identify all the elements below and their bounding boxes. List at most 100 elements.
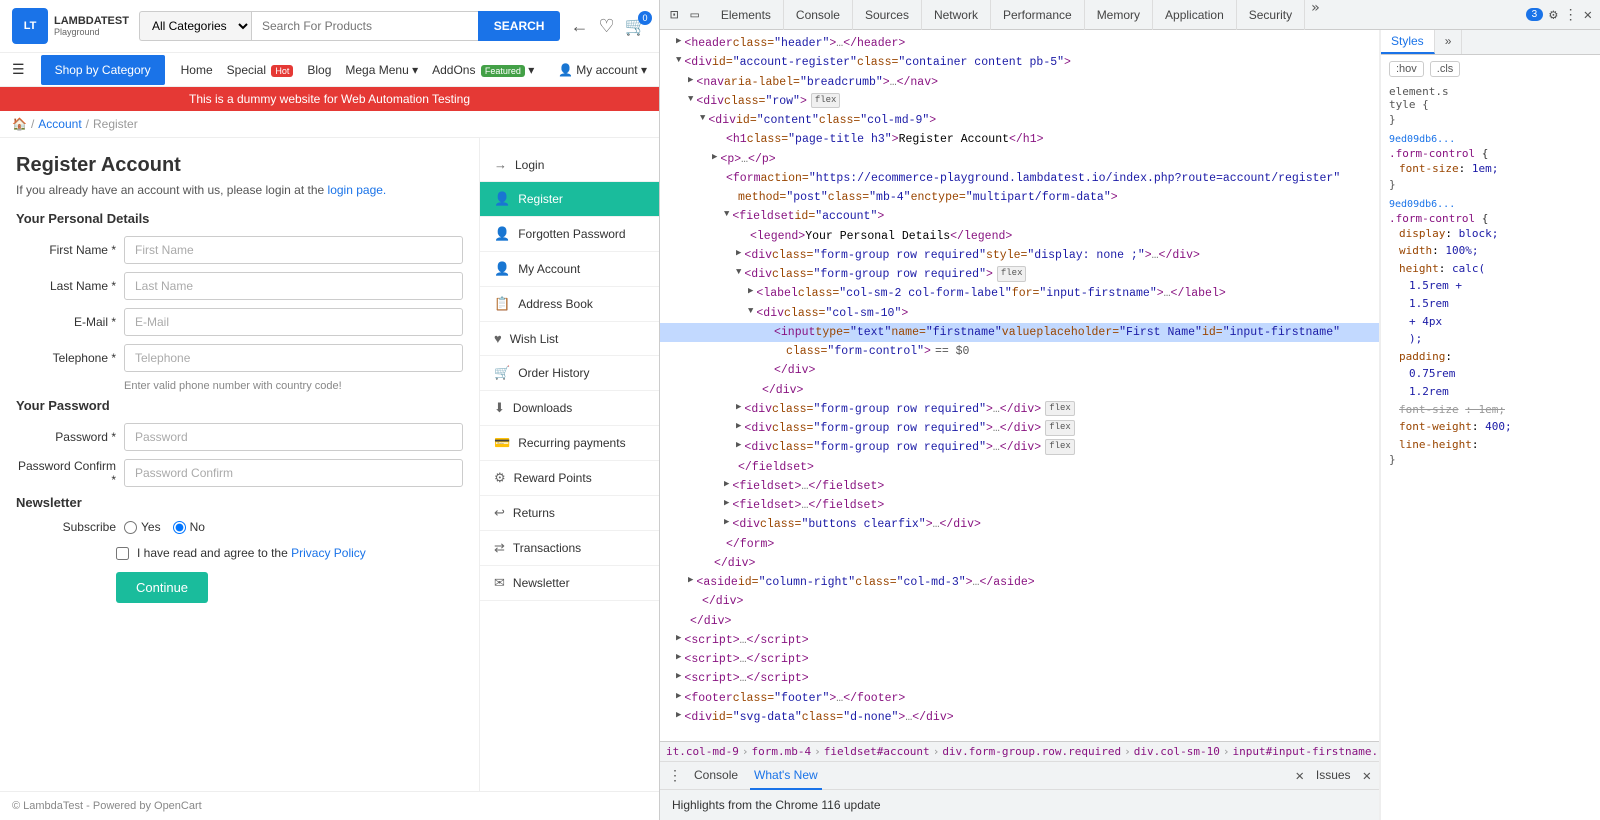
tab-console[interactable]: Console (784, 0, 853, 30)
search-button[interactable]: SEARCH (478, 11, 561, 41)
last-name-input[interactable] (124, 272, 463, 300)
tree-triangle[interactable]: ▼ (736, 266, 741, 280)
html-tree-row[interactable]: ▶<nav aria-label="breadcrumb"> … </nav> (660, 73, 1379, 92)
sidebar-item-forgotten-password[interactable]: 👤 Forgotten Password (480, 217, 659, 252)
tree-triangle[interactable]: ▼ (688, 93, 693, 107)
console-more-icon[interactable]: ⋮ (668, 768, 682, 784)
pseudo-hov[interactable]: :hov (1389, 61, 1424, 77)
radio-yes[interactable] (124, 521, 137, 534)
nav-mega-menu[interactable]: Mega Menu ▾ (345, 55, 418, 85)
email-input[interactable] (124, 308, 463, 336)
tree-triangle[interactable]: ▶ (712, 151, 717, 165)
html-tree-row[interactable]: <h1 class="page-title h3">Register Accou… (660, 130, 1379, 149)
bc-div-col-sm-10[interactable]: div.col-sm-10 (1134, 745, 1220, 758)
settings-icon[interactable]: ⚙ (1549, 7, 1557, 23)
html-tree-row[interactable]: ▶<div class="form-group row required"> …… (660, 419, 1379, 438)
close-icon[interactable]: ✕ (1584, 7, 1592, 23)
inspect-icon[interactable]: ⊡ (668, 5, 680, 25)
tree-triangle[interactable]: ▶ (736, 247, 741, 261)
tab-performance[interactable]: Performance (991, 0, 1085, 30)
bc-form-mb-4[interactable]: form.mb-4 (751, 745, 811, 758)
html-tree-row[interactable]: ▼<div id="account-register" class="conta… (660, 53, 1379, 72)
sidebar-item-returns[interactable]: ↩ Returns (480, 496, 659, 531)
tree-triangle[interactable]: ▶ (676, 35, 681, 49)
tab-elements[interactable]: Elements (709, 0, 784, 30)
styles-tab-more[interactable]: » (1435, 30, 1463, 54)
sidebar-item-my-account[interactable]: 👤 My Account (480, 252, 659, 287)
cart-icon[interactable]: 🛒0 (625, 16, 647, 37)
html-tree-row[interactable]: </div> (660, 554, 1379, 573)
search-input[interactable] (251, 11, 478, 41)
tree-triangle[interactable]: ▶ (676, 690, 681, 704)
bc-col-md-9[interactable]: it.col-md-9 (666, 745, 739, 758)
nav-home[interactable]: Home (181, 55, 213, 85)
bc-fieldset-account[interactable]: fieldset#account (824, 745, 930, 758)
device-icon[interactable]: ▭ (688, 5, 700, 25)
html-tree-row[interactable]: ▶<div class="buttons clearfix"> … </div> (660, 515, 1379, 534)
tree-triangle[interactable]: ▼ (724, 208, 729, 222)
html-tree-row[interactable]: ▶<footer class="footer"> … </footer> (660, 689, 1379, 708)
html-tree-row[interactable]: ▼<div class="form-group row required"> f… (660, 265, 1379, 284)
continue-button[interactable]: Continue (116, 572, 208, 603)
nav-addons[interactable]: AddOns Featured ▾ (432, 55, 534, 85)
html-tree-row[interactable]: <form action="https://ecommerce-playgrou… (660, 169, 1379, 188)
back-icon[interactable]: ← (570, 16, 588, 37)
html-tree-row[interactable]: <input type="text" name="firstname" valu… (660, 323, 1379, 342)
html-tree-row[interactable]: ▼<div id="content" class="col-md-9"> (660, 111, 1379, 130)
agree-checkbox[interactable] (116, 547, 129, 560)
privacy-link[interactable]: Privacy Policy (291, 546, 366, 560)
html-tree-row[interactable]: ▶<script> … </script> (660, 631, 1379, 650)
telephone-input[interactable] (124, 344, 463, 372)
sidebar-item-register[interactable]: 👤 Register (480, 182, 659, 217)
console-tab-console[interactable]: Console (690, 762, 742, 790)
sidebar-item-login[interactable]: → Login (480, 148, 659, 182)
html-tree-row[interactable]: ▶<div class="form-group row required"> …… (660, 400, 1379, 419)
wishlist-icon[interactable]: ♡ (598, 16, 614, 37)
radio-no[interactable] (173, 521, 186, 534)
html-tree-row[interactable]: </div> (660, 612, 1379, 631)
sidebar-item-recurring[interactable]: 💳 Recurring payments (480, 426, 659, 461)
sidebar-item-downloads[interactable]: ⬇ Downloads (480, 391, 659, 426)
html-tree-row[interactable]: </div> (660, 592, 1379, 611)
tree-triangle[interactable]: ▶ (736, 439, 741, 453)
tree-triangle[interactable]: ▶ (736, 420, 741, 434)
vertical-dots-icon[interactable]: ⋮ (1564, 7, 1578, 23)
tree-triangle[interactable]: ▼ (676, 54, 681, 68)
password-input[interactable] (124, 423, 463, 451)
tree-triangle[interactable]: ▶ (724, 516, 729, 530)
tree-triangle[interactable]: ▶ (676, 670, 681, 684)
pseudo-cls[interactable]: .cls (1430, 61, 1461, 77)
sidebar-item-address-book[interactable]: 📋 Address Book (480, 287, 659, 322)
tab-security[interactable]: Security (1237, 0, 1305, 30)
bc-input-firstname[interactable]: input#input-firstname.form-control (1232, 745, 1379, 758)
radio-yes-label[interactable]: Yes (124, 520, 161, 534)
styles-tab-styles[interactable]: Styles (1381, 30, 1435, 54)
more-tabs-button[interactable]: » (1305, 0, 1325, 30)
html-tree-row[interactable]: method="post" class="mb-4" enctype="mult… (660, 188, 1379, 207)
html-tree-row[interactable]: <legend>Your Personal Details</legend> (660, 227, 1379, 246)
html-tree-row[interactable]: ▼<fieldset id="account"> (660, 207, 1379, 226)
tree-triangle[interactable]: ▶ (736, 401, 741, 415)
html-tree-row[interactable]: ▶<div class="form-group row required"> …… (660, 438, 1379, 457)
html-tree-row[interactable]: ▶<header class="header"> … </header> (660, 34, 1379, 53)
html-tree-row[interactable]: ▶<label class="col-sm-2 col-form-label" … (660, 284, 1379, 303)
style-source-1[interactable]: 9ed09db6... (1389, 134, 1592, 145)
console-tab-whats-new[interactable]: What's New (750, 762, 822, 790)
sidebar-item-order-history[interactable]: 🛒 Order History (480, 356, 659, 391)
tree-triangle[interactable]: ▶ (676, 651, 681, 665)
tree-triangle[interactable]: ▶ (676, 709, 681, 723)
shop-by-category[interactable]: Shop by Category (41, 55, 165, 85)
login-link[interactable]: login page. (328, 183, 387, 197)
tree-triangle[interactable]: ▶ (724, 478, 729, 492)
html-tree-row[interactable]: ▼<div class="col-sm-10"> (660, 304, 1379, 323)
html-tree-row[interactable]: ▶<fieldset> … </fieldset> (660, 496, 1379, 515)
breadcrumb-home[interactable]: 🏠 (12, 117, 27, 131)
html-tree-row[interactable]: ▶<fieldset> … </fieldset> (660, 477, 1379, 496)
sidebar-item-newsletter[interactable]: ✉ Newsletter (480, 566, 659, 601)
tree-triangle[interactable]: ▶ (688, 74, 693, 88)
nav-my-account[interactable]: 👤 My account ▾ (558, 55, 647, 85)
tree-triangle[interactable]: ▶ (724, 497, 729, 511)
html-tree-row[interactable]: ▶<script> … </script> (660, 669, 1379, 688)
tree-triangle[interactable]: ▶ (688, 574, 693, 588)
html-tree[interactable]: ▶<header class="header"> … </header>▼<di… (660, 30, 1379, 741)
